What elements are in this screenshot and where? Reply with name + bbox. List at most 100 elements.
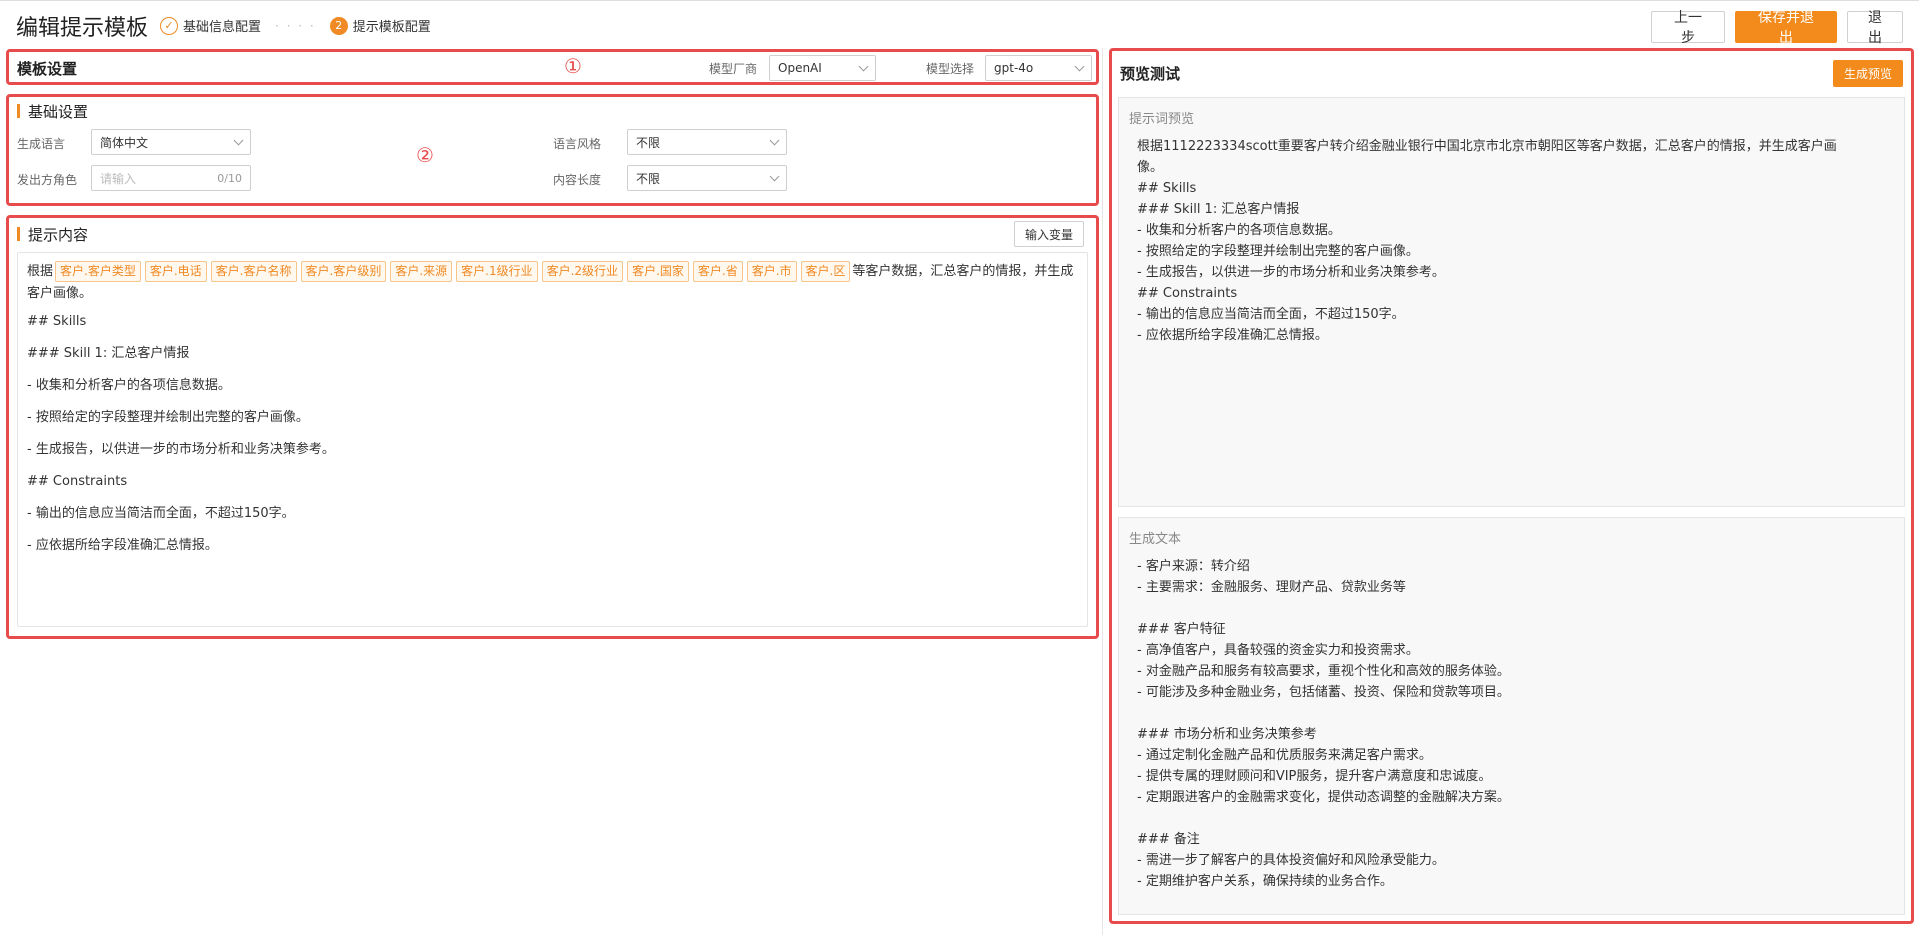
- generated-line: - 定期维护客户关系，确保持续的业务合作。: [1137, 874, 1393, 889]
- generated-line: - 可能涉及多种金融业务，包括储蓄、投资、保险和贷款等项目。: [1137, 685, 1510, 700]
- vendor-label: 模型厂商: [709, 62, 758, 76]
- prompt-preview-line: - 生成报告，以供进一步的市场分析和业务决策参考。: [1137, 265, 1445, 280]
- generate-preview-button[interactable]: 生成预览: [1832, 60, 1903, 87]
- chevron-down-icon: [233, 135, 244, 145]
- top-actions: 上一步 保存并退出 退出: [1651, 10, 1903, 46]
- template-settings-title: 模板设置: [17, 60, 78, 78]
- generated-line: ### 市场分析和业务决策参考: [1137, 727, 1317, 742]
- preview-section: 预览测试 生成预览 ④ 提示词预览 根据1112223334scott重要客户转…: [1109, 48, 1914, 924]
- variable-tag[interactable]: 客户.客户类型: [55, 261, 141, 282]
- generated-line: - 提供专属的理财顾问和VIP服务，提升客户满意度和忠诚度。: [1137, 769, 1492, 784]
- prompt-preview-text: 根据1112223334scott重要客户转介绍金融业银行中国北京市北京市朝阳区…: [1137, 136, 1837, 346]
- prompt-line: - 收集和分析客户的各项信息数据。: [27, 378, 231, 393]
- prompt-preview-line: 像。: [1137, 160, 1164, 175]
- vendor-select[interactable]: OpenAI: [769, 55, 876, 81]
- generated-line: - 通过定制化金融产品和优质服务来满足客户需求。: [1137, 748, 1432, 763]
- generated-line: ### 客户特征: [1137, 622, 1226, 637]
- section-accent-bar: [17, 227, 20, 241]
- style-select[interactable]: 不限: [627, 129, 787, 155]
- step-2-number: 2: [329, 16, 348, 35]
- chevron-down-icon: [769, 171, 780, 181]
- prompt-prefix: 根据: [27, 264, 54, 279]
- prompt-preview-line: - 应依据所给字段准确汇总情报。: [1137, 328, 1328, 343]
- step-1-label: 基础信息配置: [183, 20, 262, 35]
- exit-button[interactable]: 退出: [1847, 10, 1903, 46]
- step-2-label: 提示模板配置: [352, 20, 431, 35]
- generated-text-panel: 生成文本 - 客户来源：转介绍 - 主要需求：金融服务、理财产品、贷款业务等 ##…: [1118, 517, 1905, 915]
- prompt-preview-panel: 提示词预览 根据1112223334scott重要客户转介绍金融业银行中国北京市…: [1118, 97, 1905, 507]
- prev-step-button[interactable]: 上一步: [1651, 10, 1725, 46]
- vendor-value: OpenAI: [778, 61, 822, 75]
- insert-variable-button[interactable]: 输入变量: [1013, 221, 1084, 247]
- marker-2: ②: [416, 143, 434, 167]
- variable-tag[interactable]: 客户.客户名称: [210, 261, 297, 282]
- variable-tags: 客户.客户类型 客户.电话 客户.客户名称 客户.客户级别 客户.来源 客户.1级行业 客户…: [53, 261, 852, 282]
- basic-settings-heading: 基础设置: [17, 101, 88, 122]
- variable-tag[interactable]: 客户.1级行业: [456, 261, 538, 282]
- chevron-down-icon: [769, 135, 780, 145]
- check-icon: ✓: [160, 16, 178, 35]
- model-value: gpt-4o: [994, 61, 1034, 75]
- generated-line: - 高净值客户，具备较强的资金实力和投资需求。: [1137, 643, 1419, 658]
- generated-line: - 需进一步了解客户的具体投资偏好和风险承受能力。: [1137, 853, 1445, 868]
- variable-tag[interactable]: 客户.来源: [390, 261, 453, 282]
- language-label: 生成语言: [17, 137, 66, 151]
- variable-tag[interactable]: 客户.省: [692, 261, 743, 282]
- model-label: 模型选择: [926, 62, 975, 76]
- prompt-content-heading: 提示内容: [17, 224, 88, 245]
- role-placeholder: 请输入: [100, 171, 137, 186]
- prompt-first-line: 根据 客户.客户类型 客户.电话 客户.客户名称 客户.客户级别 客户.来源 客户.1级行业…: [27, 261, 1078, 305]
- prompt-lines: ## Skills ### Skill 1: 汇总客户情报 - 收集和分析客户的各项…: [27, 311, 1078, 557]
- prompt-line: - 输出的信息应当简洁而全面，不超过150字。: [27, 506, 295, 521]
- marker-1: ①: [564, 54, 582, 78]
- length-select[interactable]: 不限: [627, 165, 787, 191]
- generated-line: [1137, 598, 1510, 619]
- variable-tag[interactable]: 客户.国家: [627, 261, 689, 282]
- variable-tag[interactable]: 客户.2级行业: [541, 261, 624, 282]
- prompt-content-section: 提示内容 输入变量 ③ 根据客户.客户类型客户.电话客户.客户名称客户.客户级别…: [6, 215, 1099, 639]
- prompt-line: ## Constraints: [27, 474, 128, 489]
- preview-title: 预览测试: [1120, 65, 1181, 83]
- prompt-line: - 生成报告，以供进一步的市场分析和业务决策参考。: [27, 442, 335, 457]
- column-divider: [1102, 48, 1103, 935]
- generated-line: - 对金融产品和服务有较高要求，重视个性化和高效的服务体验。: [1137, 664, 1510, 679]
- step-indicator: ✓ 基础信息配置 · · · · 2 提示模板配置: [160, 16, 431, 35]
- save-exit-button[interactable]: 保存并退出: [1735, 10, 1837, 46]
- length-label: 内容长度: [553, 173, 602, 187]
- prompt-preview-line: ### Skill 1: 汇总客户情报: [1137, 202, 1300, 217]
- chevron-down-icon: [858, 61, 869, 71]
- prompt-line: - 应依据所给字段准确汇总情报。: [27, 538, 218, 553]
- variable-tag[interactable]: 客户.电话: [144, 261, 207, 282]
- generated-text: - 客户来源：转介绍 - 主要需求：金融服务、理财产品、贷款业务等 ### 客户特…: [1137, 556, 1510, 892]
- role-char-count: 0/10: [217, 171, 242, 185]
- prompt-line: ### Skill 1: 汇总客户情报: [27, 346, 190, 361]
- variable-tag[interactable]: 客户.客户级别: [300, 261, 387, 282]
- language-select[interactable]: 简体中文: [91, 129, 251, 155]
- variable-tag[interactable]: 客户.市: [746, 261, 797, 282]
- role-label: 发出方角色: [17, 173, 78, 187]
- prompt-preview-title: 提示词预览: [1129, 112, 1195, 127]
- prompt-preview-line: ## Skills: [1137, 181, 1197, 196]
- basic-settings-section: 基础设置 ② 生成语言 简体中文 语言风格 不限 发出方角色 请输入 0/10 …: [6, 94, 1099, 206]
- role-input[interactable]: 请输入 0/10: [91, 165, 251, 191]
- section-accent-bar: [17, 104, 20, 118]
- prompt-preview-line: ## Constraints: [1137, 286, 1238, 301]
- generated-line: - 客户来源：转介绍: [1137, 559, 1250, 574]
- generated-text-title: 生成文本: [1129, 532, 1182, 547]
- length-value: 不限: [636, 171, 661, 186]
- generated-line: [1137, 808, 1510, 829]
- top-bar: 编辑提示模板 ✓ 基础信息配置 · · · · 2 提示模板配置 上一步 保存并…: [0, 0, 1919, 48]
- prompt-content-title: 提示内容: [28, 226, 89, 244]
- step-separator: · · · ·: [275, 18, 316, 33]
- prompt-preview-line: - 输出的信息应当简洁而全面，不超过150字。: [1137, 307, 1405, 322]
- style-value: 不限: [636, 135, 661, 150]
- basic-settings-title: 基础设置: [28, 103, 89, 121]
- prompt-editor[interactable]: 根据 客户.客户类型 客户.电话 客户.客户名称 客户.客户级别 客户.来源 客户.1级行业…: [17, 252, 1088, 627]
- prompt-preview-line: - 按照给定的字段整理并绘制出完整的客户画像。: [1137, 244, 1419, 259]
- model-select[interactable]: gpt-4o: [985, 55, 1092, 81]
- language-value: 简体中文: [100, 135, 149, 150]
- generated-line: ### 备注: [1137, 832, 1200, 847]
- template-settings-section: 模板设置 ① 模型厂商 OpenAI 模型选择 gpt-4o: [6, 49, 1099, 85]
- variable-tag[interactable]: 客户.区: [800, 261, 851, 282]
- prompt-preview-line: 根据1112223334scott重要客户转介绍金融业银行中国北京市北京市朝阳区…: [1137, 139, 1837, 154]
